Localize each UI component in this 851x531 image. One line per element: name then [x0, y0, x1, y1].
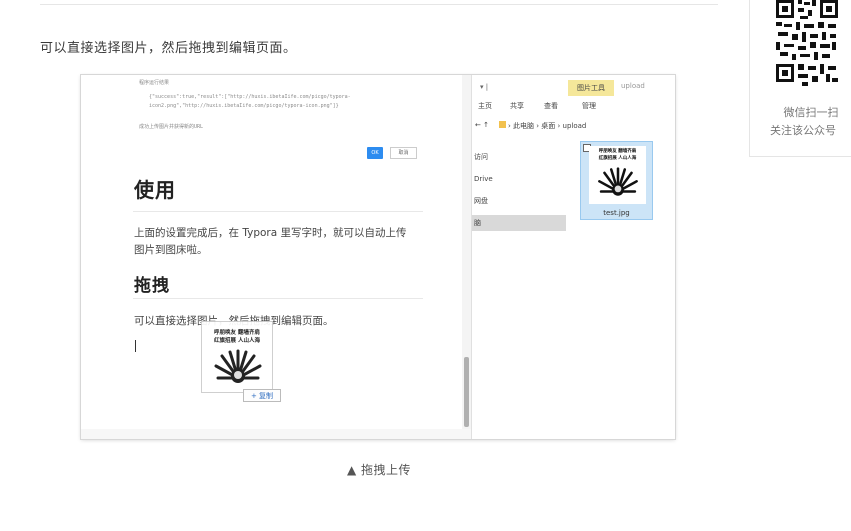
success-note: 成功上传图片并获得新的URL	[139, 124, 204, 130]
thumb-hands-icon	[598, 167, 638, 196]
tab-share[interactable]: 共享	[510, 101, 524, 111]
thumb-line1: 呼朋唤友 翻墙齐肩	[598, 149, 637, 154]
picture-tools-tab[interactable]: 图片工具	[568, 80, 614, 96]
scrollbar-thumb[interactable]	[464, 357, 469, 427]
status-bar	[81, 429, 471, 439]
heading-use-rule	[133, 211, 423, 212]
nav-item-onedrive[interactable]: Drive	[472, 171, 566, 187]
nav-item-quick-access[interactable]: 访问	[472, 149, 566, 165]
result-json-line2: icon2.png","http://huxis.ibetaIife.com/p…	[149, 103, 339, 109]
file-thumbnail: 呼朋唤友 翻墙齐肩 红旗招展 人山人海	[589, 146, 646, 204]
address-bar[interactable]: ← ↑ › 此电脑 › 桌面 › upload	[472, 119, 675, 133]
explorer-window-title: upload	[621, 82, 645, 90]
top-divider	[40, 4, 718, 5]
heading-drag-rule	[133, 298, 423, 299]
heading-use: 使用	[134, 178, 176, 202]
address-nav-arrows[interactable]: ← ↑	[475, 121, 489, 129]
thumb-line2: 红旗招展 人山人海	[598, 156, 637, 161]
nav-item-this-pc[interactable]: 脑	[472, 215, 566, 231]
tab-manage[interactable]: 管理	[582, 101, 596, 111]
tab-view[interactable]: 查看	[544, 101, 558, 111]
hands-icon	[214, 349, 262, 383]
quick-access-toolbar[interactable]: ▾ |	[480, 83, 488, 91]
result-label: 程序运行结果	[139, 80, 170, 86]
intro-paragraph: 可以直接选择图片，然后拖拽到编辑页面。	[40, 41, 297, 56]
typora-editor: 程序运行结果 {"success":true,"result":["http:/…	[81, 75, 471, 439]
folder-icon	[499, 121, 506, 128]
qr-caption-line1: 微信扫一扫	[783, 106, 839, 119]
tab-home[interactable]: 主页	[478, 101, 492, 111]
heading-drag: 拖拽	[134, 276, 170, 296]
file-explorer: ▾ | 图片工具 upload 主页 共享 查看 管理 ← ↑ › 此电脑 › …	[471, 75, 675, 439]
qr-code-icon	[774, 0, 840, 90]
address-path[interactable]: › 此电脑 › 桌面 › upload	[508, 121, 586, 131]
file-test-jpg[interactable]: 呼朋唤友 翻墙齐肩 红旗招展 人山人海 test.jpg	[580, 141, 653, 220]
cancel-button[interactable]: 取消	[390, 147, 417, 159]
para-use-line2: 图片到图床啦。	[134, 244, 208, 256]
result-json-line1: {"success":true,"result":["http://huxis.…	[149, 94, 351, 100]
dragged-image-ghost[interactable]: 呼朋唤友 翻墙齐肩 红旗招展 人山人海	[201, 321, 273, 393]
text-caret	[135, 340, 136, 352]
screenshot-frame: 程序运行结果 {"success":true,"result":["http:/…	[81, 75, 675, 439]
meme-line1: 呼朋唤友 翻墙齐肩	[214, 330, 260, 336]
meme-line2: 红旗招展 人山人海	[214, 338, 260, 344]
para-use-line1: 上面的设置完成后，在 Typora 里写字时，就可以自动上传	[134, 227, 407, 239]
nav-item-netdisk[interactable]: 网盘	[472, 193, 566, 209]
ok-button[interactable]: OK	[367, 147, 383, 159]
figure-caption: ▲ 拖拽上传	[346, 463, 412, 477]
file-name: test.jpg	[603, 209, 630, 217]
explorer-ribbon: ▾ | 图片工具 upload 主页 共享 查看 管理	[472, 75, 675, 113]
qr-caption-line2: 关注该公众号	[770, 124, 836, 137]
copy-tooltip: + 复制	[243, 389, 281, 402]
qr-card: 微信扫一扫 关注该公众号	[749, 0, 851, 157]
